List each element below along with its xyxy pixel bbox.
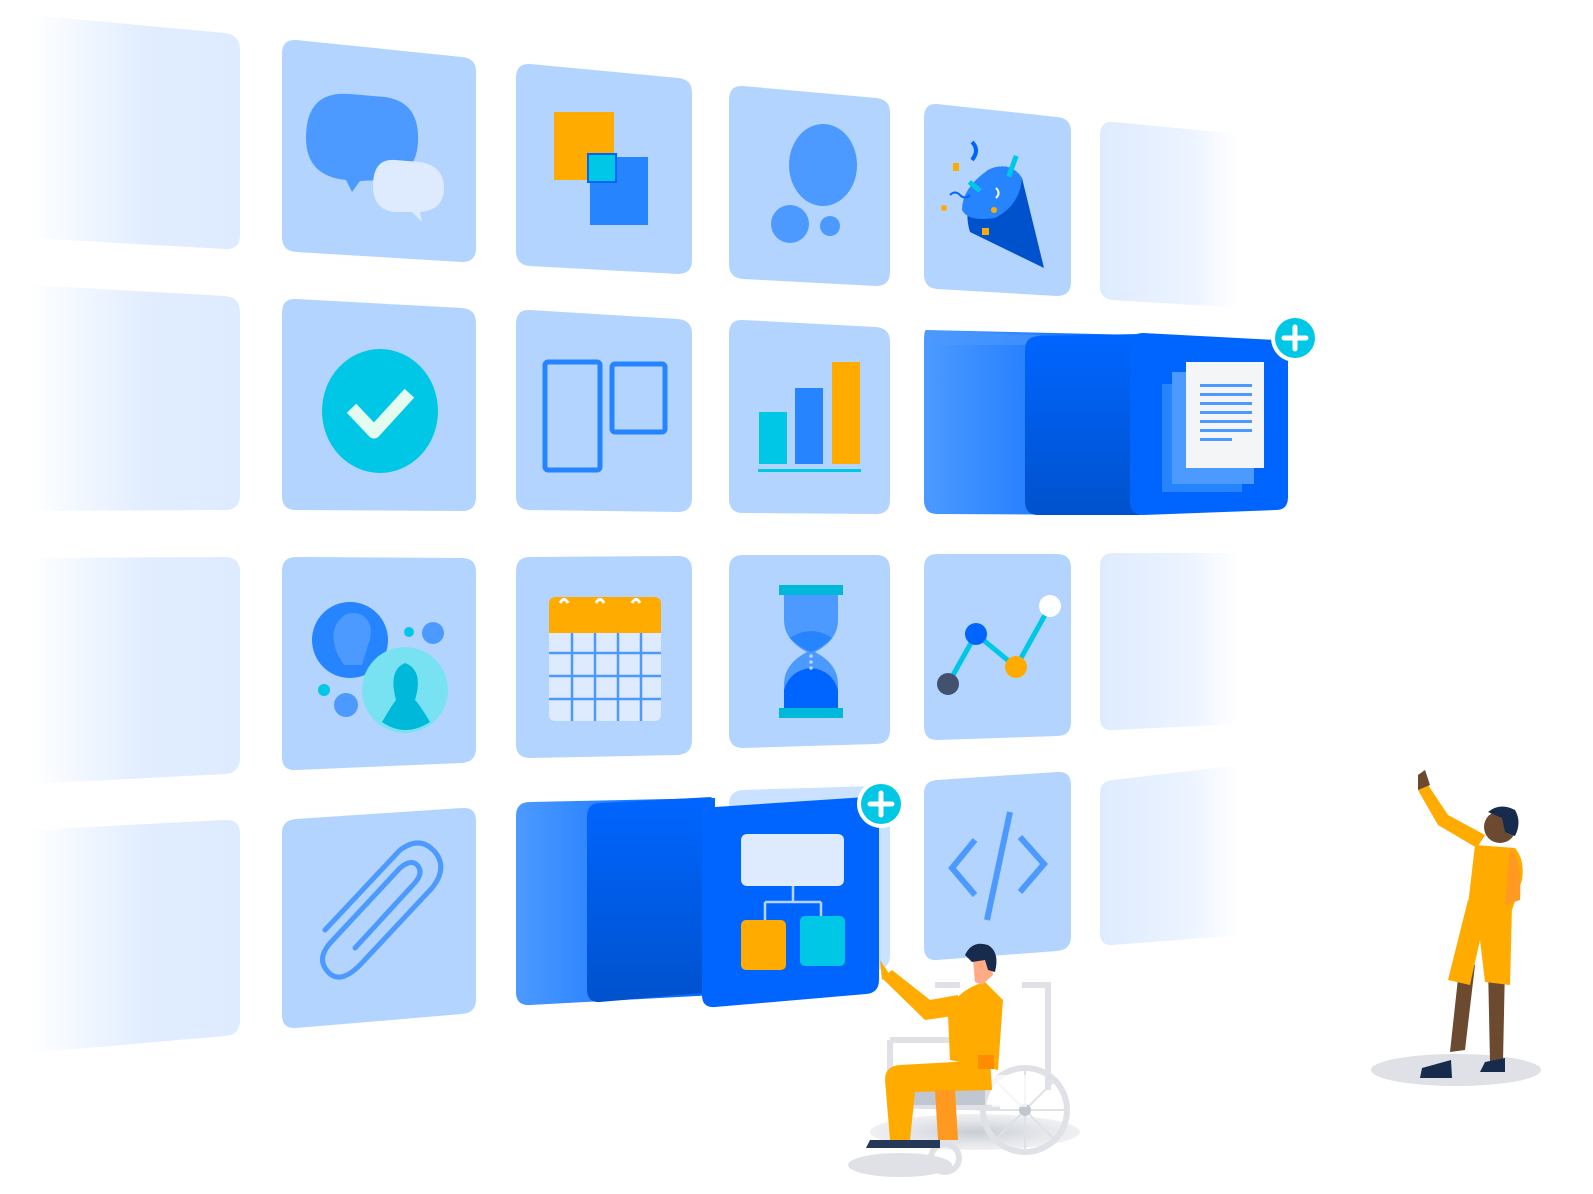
wheelchair-person-icon [848,943,1080,1177]
tile-document[interactable] [924,330,1288,515]
tile-hourglass[interactable] [729,555,890,748]
ghost-tile [1100,765,1240,946]
tile-party[interactable] [924,103,1071,296]
add-button-flowchart[interactable] [857,780,905,828]
tile-bubbles[interactable] [729,85,890,286]
standing-person [1371,770,1541,1086]
tile-chat[interactable] [282,39,476,262]
app-grid-illustration [30,15,1541,1177]
tile-flowchart[interactable] [516,796,879,1008]
tile-line-chart[interactable] [924,554,1071,740]
add-button-document[interactable] [1271,314,1319,362]
ghost-tile [30,557,240,784]
document-icon [1162,362,1264,492]
checkmark-circle-icon [322,349,438,473]
tile-calendar[interactable] [516,556,692,758]
ghost-tile [30,819,240,1053]
tile-board[interactable] [516,309,692,512]
tile-check[interactable] [282,298,476,511]
ghost-tile [1100,553,1240,731]
ghost-tile [1100,121,1240,308]
ghost-tile [30,285,240,511]
tile-code[interactable] [924,771,1071,961]
tile-squares[interactable] [516,63,692,274]
tile-people[interactable] [282,557,476,771]
pointing-person-icon [1371,770,1541,1086]
ghost-tile [30,15,240,250]
tile-bar-chart[interactable] [729,319,890,514]
calendar-icon [549,597,661,721]
ghost-tile-column-right [1100,121,1240,946]
tile-paperclip[interactable] [282,807,476,1029]
ghost-tile-column-left [30,15,240,1053]
wheelchair-person [848,943,1080,1177]
